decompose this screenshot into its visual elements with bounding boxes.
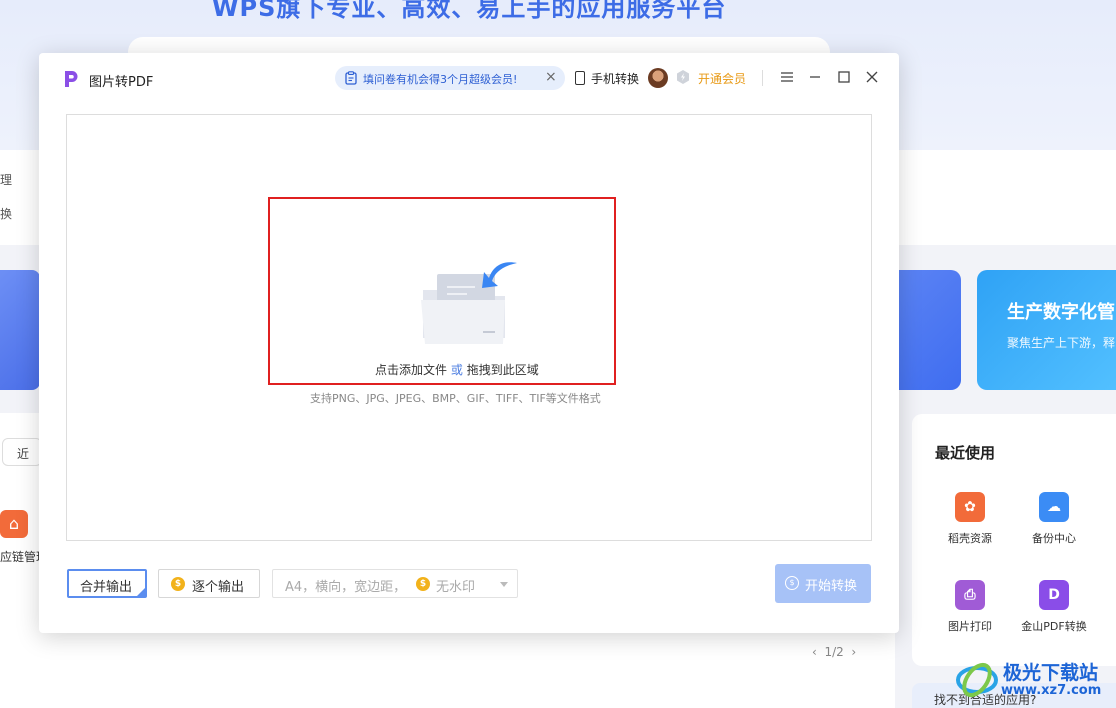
drag-here-text: 拖拽到此区域 bbox=[466, 363, 539, 377]
background-category-label[interactable]: 换 bbox=[0, 205, 12, 222]
banner-title: 生产数字化管 bbox=[1007, 302, 1115, 323]
user-avatar[interactable] bbox=[648, 68, 668, 88]
docer-icon: ✿ bbox=[955, 492, 985, 522]
dialog-title: 图片转PDF bbox=[89, 75, 154, 90]
background-category-label[interactable]: 理 bbox=[0, 171, 12, 188]
site-watermark: 极光下载站 www.xz7.com bbox=[955, 656, 1115, 706]
background-headline: WPS旗下专业、高效、易上手的应用服务平台 bbox=[212, 0, 727, 22]
watermark-setting-value: 无水印 bbox=[436, 580, 476, 595]
recent-app-label: 图片打印 bbox=[948, 620, 992, 633]
supply-chain-icon[interactable]: ⌂ bbox=[0, 510, 28, 538]
promo-close-icon[interactable]: × bbox=[545, 69, 557, 85]
background-banner-production[interactable]: 生产数字化管 聚焦生产上下游，释 bbox=[977, 270, 1116, 390]
watermark-logo-icon bbox=[956, 662, 998, 698]
add-file-text[interactable]: 点击添加文件 bbox=[375, 363, 447, 377]
chevron-right-icon[interactable]: › bbox=[844, 645, 856, 659]
clipboard-icon bbox=[345, 71, 357, 85]
image-to-pdf-dialog: 图片转PDF 填问卷有机会得3个月超级会员! × 手机转换 开通会员 点击添加文… bbox=[39, 53, 899, 633]
vip-coin-icon: $ bbox=[416, 577, 430, 591]
drop-instruction[interactable]: 点击添加文件 或 拖拽到此区域 bbox=[375, 361, 539, 378]
phone-icon bbox=[575, 71, 585, 85]
pdf-convert-icon: D bbox=[1039, 580, 1069, 610]
toolbar-divider bbox=[762, 70, 763, 86]
chevron-left-icon[interactable]: ‹ bbox=[812, 645, 824, 659]
close-icon[interactable] bbox=[862, 65, 882, 89]
background-banner[interactable] bbox=[899, 270, 961, 390]
recent-app-docer[interactable]: ✿ 稻壳资源 bbox=[935, 492, 1005, 546]
recent-app-label: 备份中心 bbox=[1032, 532, 1076, 545]
folder-upload-icon[interactable] bbox=[419, 260, 519, 348]
printer-icon: ⎙ bbox=[955, 580, 985, 610]
supported-formats-text: 支持PNG、JPG、JPEG、BMP、GIF、TIFF、TIF等文件格式 bbox=[310, 392, 601, 405]
recent-app-backup[interactable]: ☁ 备份中心 bbox=[1019, 492, 1089, 546]
recent-app-label: 稻壳资源 bbox=[948, 532, 992, 545]
vip-coin-icon: $ bbox=[785, 576, 799, 590]
mobile-convert-button[interactable]: 手机转换 bbox=[575, 70, 639, 87]
pager-text: 1/2 bbox=[824, 645, 844, 659]
maximize-icon[interactable] bbox=[834, 65, 854, 89]
survey-promo-banner[interactable]: 填问卷有机会得3个月超级会员! × bbox=[335, 66, 565, 90]
selected-check-icon bbox=[136, 587, 146, 597]
merge-output-label: 合并输出 bbox=[80, 580, 133, 595]
chevron-down-icon bbox=[500, 582, 508, 587]
open-vip-link[interactable]: 开通会员 bbox=[698, 70, 746, 87]
recent-app-pdf-convert[interactable]: D 金山PDF转换 bbox=[1019, 580, 1089, 634]
cloud-backup-icon: ☁ bbox=[1039, 492, 1069, 522]
single-output-label: 逐个输出 bbox=[192, 580, 245, 595]
background-recent-button[interactable]: 近 bbox=[2, 438, 42, 466]
start-convert-button[interactable]: $ 开始转换 bbox=[775, 564, 871, 603]
or-text: 或 bbox=[450, 363, 463, 377]
recent-apps-title: 最近使用 bbox=[935, 444, 996, 462]
single-output-option[interactable]: $ 逐个输出 bbox=[158, 569, 260, 598]
recent-app-image-print[interactable]: ⎙ 图片打印 bbox=[935, 580, 1005, 634]
banner-subtitle: 聚焦生产上下游，释 bbox=[1007, 336, 1116, 350]
promo-text: 填问卷有机会得3个月超级会员! bbox=[363, 73, 518, 86]
background-banner[interactable] bbox=[0, 270, 40, 390]
mobile-convert-label: 手机转换 bbox=[591, 72, 640, 86]
start-convert-label: 开始转换 bbox=[805, 579, 858, 594]
recent-app-label: 金山PDF转换 bbox=[1021, 620, 1087, 633]
merge-output-option[interactable]: 合并输出 bbox=[67, 569, 147, 598]
watermark-url: www.xz7.com bbox=[1001, 683, 1102, 698]
page-settings-select[interactable]: A4，横向，宽边距， $ 无水印 bbox=[272, 569, 518, 598]
background-recent-button-label: 近 bbox=[17, 447, 30, 461]
vip-diamond-icon bbox=[677, 70, 689, 84]
app-logo-icon bbox=[65, 71, 78, 87]
background-pager[interactable]: ‹ 1/2 › bbox=[812, 645, 856, 659]
vip-coin-icon: $ bbox=[171, 577, 185, 591]
recent-apps-panel: 最近使用 ✿ 稻壳资源 ☁ 备份中心 ⎙ 图片打印 D 金山PDF转换 bbox=[912, 414, 1116, 666]
watermark-text: 极光下载站 bbox=[1003, 662, 1099, 684]
minimize-icon[interactable] bbox=[805, 65, 825, 89]
menu-icon[interactable] bbox=[777, 65, 797, 89]
page-settings-value: A4，横向，宽边距， bbox=[285, 580, 407, 595]
